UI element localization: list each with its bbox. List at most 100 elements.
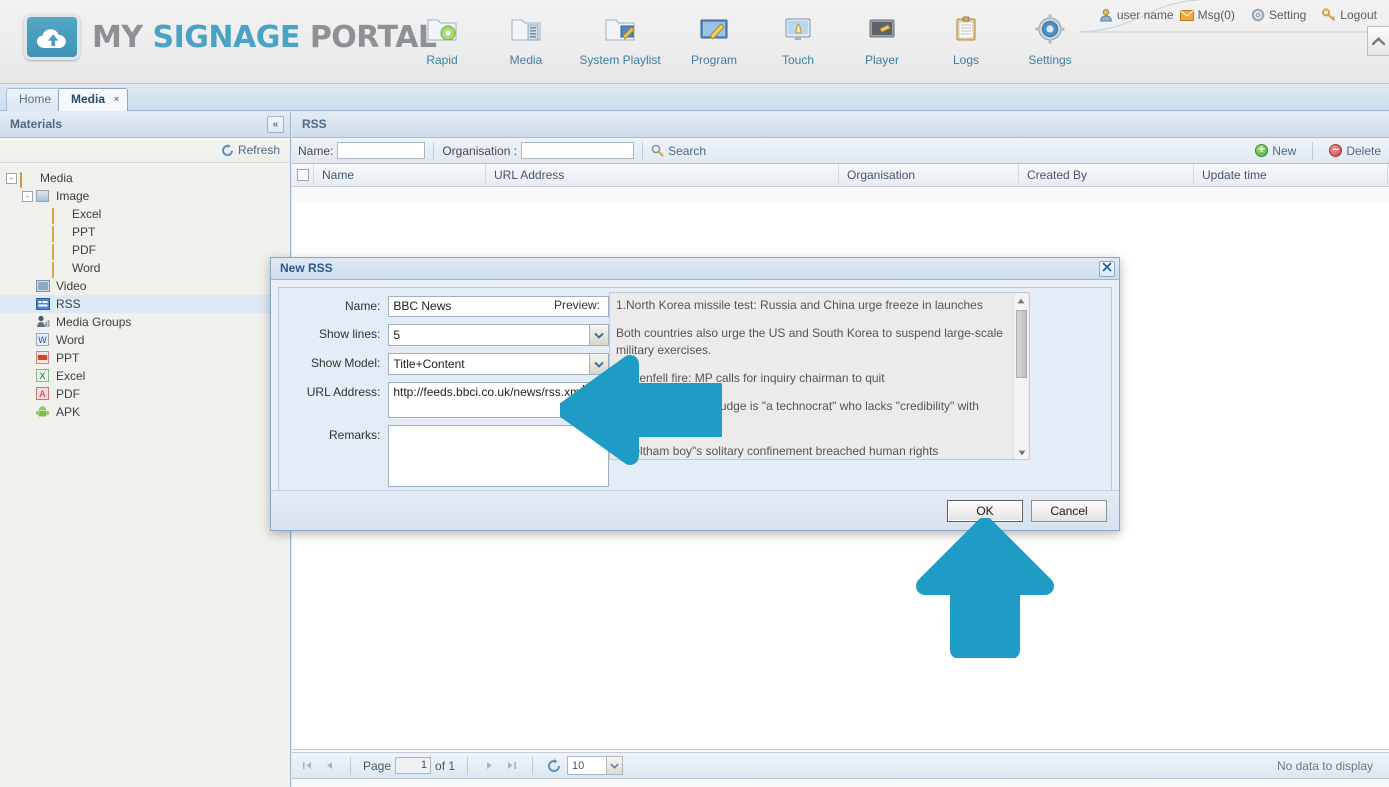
cancel-button[interactable]: Cancel	[1031, 499, 1107, 522]
tree-node-rss[interactable]: RSS	[0, 295, 291, 313]
tree-node-apk[interactable]: APK	[0, 403, 290, 421]
dialog-close-button[interactable]	[1099, 261, 1115, 277]
user-name-item[interactable]: user name	[1099, 8, 1174, 22]
search-name-label: Name:	[298, 143, 334, 158]
tree-node-image-word[interactable]: Word	[0, 259, 290, 278]
column-header-organisation[interactable]: Organisation	[839, 163, 1019, 187]
scroll-down-arrow-icon[interactable]	[1014, 446, 1029, 459]
new-button[interactable]: + New	[1255, 144, 1296, 158]
next-page-button[interactable]	[480, 757, 498, 775]
logout-item[interactable]: Logout	[1322, 8, 1377, 22]
tree-node-image-ppt[interactable]: PPT	[0, 223, 290, 242]
page-number-input[interactable]: 1	[395, 757, 432, 774]
remarks-field-label: Remarks:	[329, 428, 381, 442]
search-name-input[interactable]	[337, 142, 426, 159]
show-model-select[interactable]: Title+Content	[388, 353, 609, 375]
delete-button[interactable]: − Delete	[1329, 144, 1381, 158]
select-all-checkbox[interactable]	[296, 169, 309, 181]
folder-icon	[52, 225, 68, 242]
nav-item-media[interactable]: Media	[484, 8, 568, 67]
sidebar-collapse-button[interactable]: «	[267, 116, 284, 133]
url-address-input[interactable]: http://feeds.bbci.co.uk/news/rss.xml	[388, 382, 609, 418]
ok-button[interactable]: OK	[947, 499, 1023, 522]
tab-media-close-icon[interactable]: ×	[111, 94, 122, 105]
nav-item-rapid[interactable]: Rapid	[400, 8, 484, 67]
tree-node-excel[interactable]: X Excel	[0, 367, 290, 385]
tree-node-ppt[interactable]: PPT	[0, 349, 290, 367]
settings-gear-icon	[1008, 8, 1092, 50]
nav-label-media: Media	[509, 53, 543, 67]
preview-scroll-thumb[interactable]	[1016, 310, 1027, 378]
tree-expander-media[interactable]: -	[6, 172, 17, 184]
column-header-update-time[interactable]: Update time	[1194, 163, 1388, 187]
pager-divider	[467, 756, 469, 775]
tree-node-video[interactable]: Video	[0, 277, 290, 295]
tree-node-word[interactable]: W Word	[0, 331, 290, 349]
last-page-button[interactable]	[502, 757, 520, 775]
tree-node-image[interactable]: - Image	[0, 187, 290, 205]
nav-item-system-playlist[interactable]: System Playlist	[568, 8, 672, 67]
tree-label-image-ppt: PPT	[72, 225, 96, 239]
first-page-button[interactable]	[298, 757, 316, 775]
player-screen-icon	[840, 8, 924, 50]
preview-scrollbar[interactable]	[1013, 294, 1029, 459]
refresh-label: Refresh	[237, 143, 280, 157]
page-label: Page	[363, 758, 392, 773]
sidebar-title: Materials	[10, 117, 63, 131]
empty-state-text: No data to display	[1276, 758, 1373, 773]
column-header-url-address[interactable]: URL Address	[486, 163, 839, 187]
nav-label-logs: Logs	[952, 53, 980, 67]
page-size-select[interactable]: 10	[567, 756, 624, 775]
chevron-down-icon	[589, 354, 608, 374]
show-lines-select[interactable]: 5	[388, 324, 609, 346]
select-all-header[interactable]	[292, 163, 314, 187]
tree-node-media-groups[interactable]: Media Groups	[0, 313, 290, 331]
nav-item-logs[interactable]: Logs	[924, 8, 1008, 67]
message-item[interactable]: Msg(0)	[1179, 8, 1235, 22]
column-header-name[interactable]: Name	[314, 163, 486, 187]
dialog-titlebar[interactable]: New RSS	[271, 258, 1119, 280]
tree-node-media[interactable]: - Media	[0, 169, 290, 188]
message-label: Msg(0)	[1197, 8, 1235, 22]
search-icon	[651, 144, 664, 157]
nav-label-touch: Touch	[781, 53, 815, 67]
app-logo[interactable]: MY SIGNAGE PORTAL	[24, 14, 437, 60]
dialog-title-label: New RSS	[280, 261, 333, 275]
nav-label-player: Player	[864, 53, 899, 67]
image-icon	[36, 189, 52, 203]
nav-item-player[interactable]: Player	[840, 8, 924, 67]
nav-item-program[interactable]: Program	[672, 8, 756, 67]
user-toolbar: user name Msg(0) Setting Logout	[1099, 8, 1377, 22]
tree-label-image: Image	[56, 189, 90, 203]
scroll-up-arrow-icon[interactable]	[1014, 294, 1028, 308]
tree-expander-image[interactable]: -	[22, 190, 33, 202]
show-lines-field-label: Show lines:	[318, 327, 381, 341]
rss-icon	[36, 297, 52, 311]
refresh-page-button[interactable]	[545, 757, 563, 775]
minus-circle-icon: −	[1329, 144, 1343, 157]
folder-open-icon	[20, 171, 36, 188]
setting-item[interactable]: Setting	[1251, 8, 1306, 22]
refresh-button[interactable]: Refresh	[221, 138, 280, 162]
tree-node-pdf[interactable]: A PDF	[0, 385, 290, 403]
url-address-value: http://feeds.bbci.co.uk/news/rss.xml	[393, 385, 583, 399]
tab-media[interactable]: Media ×	[58, 88, 129, 111]
search-button[interactable]: Search	[651, 144, 706, 158]
tab-home[interactable]: Home	[6, 88, 65, 111]
tree-node-image-excel[interactable]: Excel	[0, 205, 290, 224]
nav-item-touch[interactable]: Touch	[756, 8, 840, 67]
search-organisation-input[interactable]	[521, 142, 635, 159]
collapse-header-button[interactable]	[1367, 26, 1389, 56]
column-header-created-by[interactable]: Created By	[1019, 163, 1194, 187]
field-row-show-model: Show Model: Title+Content	[279, 353, 609, 375]
delete-button-label: Delete	[1346, 143, 1381, 158]
ppt-doc-icon	[36, 351, 52, 365]
prev-page-button[interactable]	[320, 757, 338, 775]
remarks-input[interactable]	[388, 425, 609, 487]
program-icon	[672, 8, 756, 50]
search-org-label: Organisation :	[442, 143, 518, 158]
tree-node-image-pdf[interactable]: PDF	[0, 241, 290, 260]
nav-item-settings[interactable]: Settings	[1008, 8, 1092, 67]
field-row-url-address: URL Address: http://feeds.bbci.co.uk/new…	[279, 382, 609, 418]
user-avatar-icon	[1099, 9, 1112, 22]
